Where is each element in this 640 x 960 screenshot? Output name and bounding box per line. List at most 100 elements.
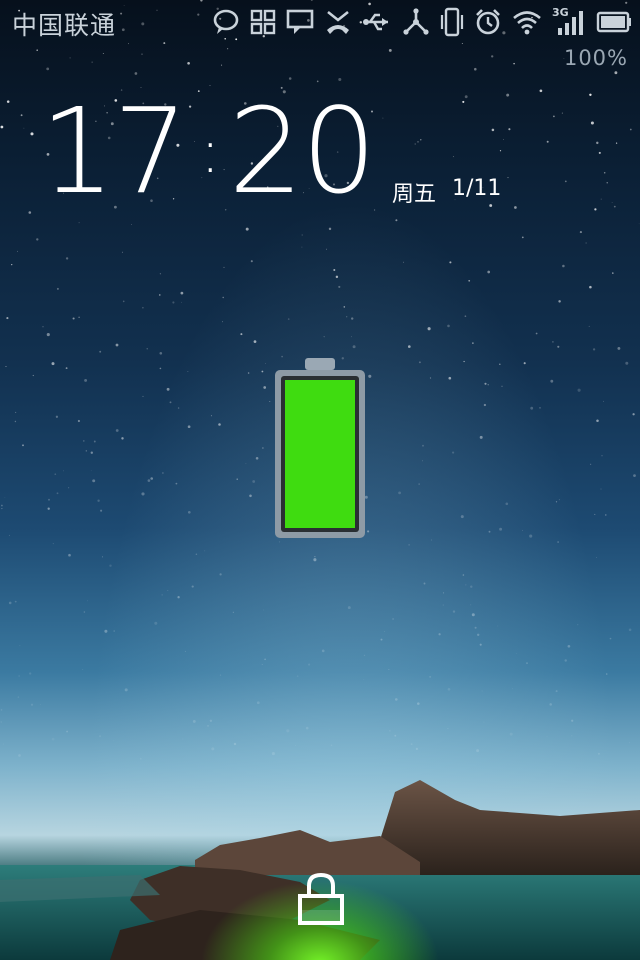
star [579, 231, 582, 234]
star [512, 688, 513, 690]
usb-icon [362, 10, 392, 34]
star [271, 752, 275, 756]
star [499, 363, 501, 365]
star [177, 596, 180, 599]
star [464, 95, 468, 99]
star [427, 327, 431, 331]
star [113, 630, 115, 632]
star [477, 633, 480, 636]
star [15, 411, 17, 413]
star [328, 227, 332, 231]
star [594, 513, 596, 515]
star [546, 736, 548, 738]
star [11, 263, 13, 266]
date-label: 1/11 [452, 176, 502, 201]
star [250, 260, 253, 263]
star [84, 378, 88, 382]
star [564, 180, 567, 183]
padlock-icon[interactable] [297, 872, 345, 926]
star [330, 744, 333, 746]
star [28, 211, 32, 214]
star [91, 61, 93, 63]
star [483, 403, 487, 407]
star [141, 492, 145, 496]
star [388, 48, 392, 52]
battery-percent: 100% [563, 46, 628, 70]
star [600, 488, 602, 490]
star [78, 316, 80, 318]
star [172, 301, 175, 304]
star [460, 515, 464, 519]
star [423, 582, 426, 585]
star [328, 728, 330, 730]
star [159, 367, 162, 370]
star [167, 590, 169, 592]
star [422, 444, 424, 447]
star [571, 719, 574, 722]
star [261, 370, 264, 373]
carrier-name: 中国联通 [12, 11, 117, 40]
star [471, 613, 475, 617]
weekday-label: 周五 [392, 182, 437, 207]
star [218, 423, 221, 426]
star [314, 556, 316, 558]
star [615, 142, 618, 144]
star [394, 734, 397, 737]
star [598, 151, 601, 154]
star [418, 361, 421, 364]
star [17, 696, 20, 698]
star [577, 624, 579, 626]
star [539, 89, 543, 93]
star [313, 558, 317, 562]
star [187, 371, 189, 372]
star [333, 268, 336, 272]
star [83, 440, 85, 442]
star [222, 296, 224, 299]
star [629, 128, 632, 131]
star [420, 139, 422, 141]
star [192, 719, 196, 723]
star [18, 675, 20, 677]
star [8, 534, 10, 536]
star [508, 128, 511, 131]
star [115, 343, 119, 347]
star [481, 690, 483, 692]
star [46, 67, 50, 71]
star [590, 463, 592, 465]
star [398, 491, 401, 495]
star [487, 270, 491, 274]
star [483, 721, 485, 723]
star [124, 688, 128, 692]
star [488, 530, 491, 533]
lockscreen-date: 周五 1/11 [392, 176, 501, 208]
lockscreen-clock: 17 : 20 [40, 92, 377, 210]
star [479, 643, 482, 646]
vibrate-icon [440, 7, 464, 37]
star [638, 223, 640, 225]
star [530, 406, 534, 410]
star [346, 316, 348, 318]
star [571, 735, 573, 737]
star [484, 382, 487, 385]
star [209, 719, 213, 723]
star [66, 730, 69, 733]
star [442, 604, 444, 606]
star [52, 543, 54, 545]
star [177, 407, 180, 409]
star [142, 306, 144, 309]
star [513, 62, 515, 65]
star [261, 663, 263, 665]
star [219, 573, 222, 576]
star [30, 132, 34, 136]
star [19, 645, 21, 647]
star [509, 732, 513, 736]
star [187, 61, 190, 65]
star [338, 285, 341, 288]
star [86, 600, 89, 602]
star [72, 317, 75, 320]
star [99, 735, 102, 738]
battery-full-icon [596, 11, 632, 33]
star [221, 64, 223, 66]
star [240, 333, 243, 336]
star [505, 502, 509, 506]
